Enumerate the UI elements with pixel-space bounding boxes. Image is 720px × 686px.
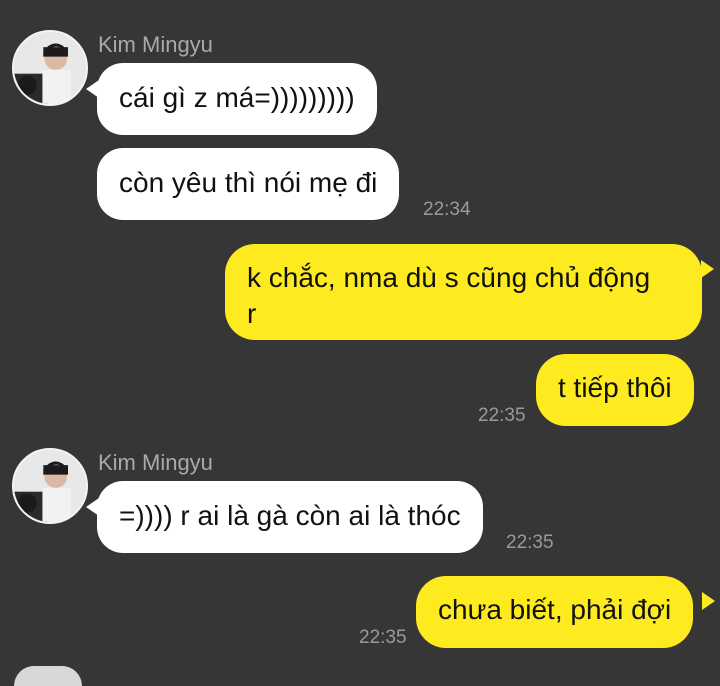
sender-name: Kim Mingyu [98, 32, 213, 57]
message-bubble-incoming[interactable]: =)))) r ai là gà còn ai là thóc [97, 481, 483, 553]
avatar-photo-icon [14, 32, 86, 104]
message-timestamp: 22:35 [506, 532, 554, 553]
message-bubble-outgoing[interactable]: k chắc, nma dù s cũng chủ động r [225, 244, 702, 340]
avatar-partial[interactable] [14, 666, 82, 686]
avatar-photo-icon [14, 450, 86, 522]
message-bubble-incoming[interactable]: cái gì z má=))))))))) [97, 63, 377, 135]
bubble-tail [701, 260, 714, 278]
message-timestamp: 22:34 [423, 199, 471, 220]
sender-name: Kim Mingyu [98, 450, 213, 475]
message-text-line: k chắc, nma dù s cũng chủ động [247, 262, 651, 293]
message-bubble-outgoing[interactable]: chưa biết, phải đợi [416, 576, 694, 648]
message-text-line: r [247, 298, 257, 329]
bubble-tail [702, 592, 715, 610]
avatar[interactable] [12, 448, 88, 524]
message-timestamp: 22:35 [359, 627, 407, 648]
message-bubble-outgoing[interactable]: t tiếp thôi [536, 354, 694, 426]
message-bubble-incoming[interactable]: còn yêu thì nói mẹ đi [97, 148, 400, 220]
message-timestamp: 22:35 [478, 405, 526, 426]
avatar[interactable] [12, 30, 88, 106]
